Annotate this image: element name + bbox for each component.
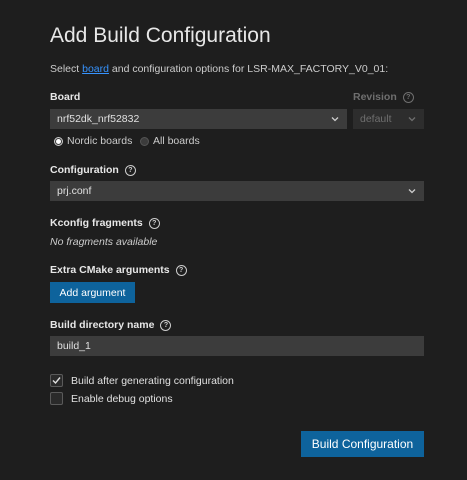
option-enable-debug[interactable]: Enable debug options bbox=[50, 392, 173, 405]
option-build-after[interactable]: Build after generating configuration bbox=[50, 374, 234, 387]
kconfig-label-text: Kconfig fragments bbox=[50, 217, 143, 229]
build-configuration-button[interactable]: Build Configuration bbox=[301, 431, 424, 457]
help-icon[interactable]: ? bbox=[402, 91, 414, 103]
radio-all-boards[interactable]: All boards bbox=[140, 135, 200, 147]
radio-label: All boards bbox=[153, 135, 200, 147]
board-link[interactable]: board bbox=[82, 63, 109, 75]
configuration-select-value: prj.conf bbox=[57, 185, 92, 197]
chevron-down-icon bbox=[331, 117, 339, 122]
page-title: Add Build Configuration bbox=[50, 24, 271, 47]
chevron-down-icon bbox=[408, 117, 416, 122]
build-dir-label: Build directory name ? bbox=[50, 319, 172, 331]
cmake-label: Extra CMake arguments ? bbox=[50, 264, 187, 276]
radio-label: Nordic boards bbox=[67, 135, 133, 147]
help-icon[interactable]: ? bbox=[175, 264, 187, 276]
subtitle-prefix: Select bbox=[50, 63, 83, 75]
revision-label: Revision ? bbox=[353, 91, 414, 103]
configuration-select[interactable]: prj.conf bbox=[50, 181, 424, 201]
checkbox-checked[interactable] bbox=[50, 374, 63, 387]
checkbox[interactable] bbox=[50, 392, 63, 405]
revision-label-text: Revision bbox=[353, 91, 397, 103]
checkmark-icon bbox=[52, 377, 61, 385]
build-dir-label-text: Build directory name bbox=[50, 319, 155, 331]
board-select-value: nrf52dk_nrf52832 bbox=[57, 113, 140, 125]
help-icon[interactable]: ? bbox=[124, 164, 136, 176]
kconfig-label: Kconfig fragments ? bbox=[50, 217, 160, 229]
revision-select-value: default bbox=[360, 113, 392, 125]
checkbox-label: Enable debug options bbox=[71, 392, 173, 405]
radio-button[interactable] bbox=[140, 136, 149, 146]
radio-button-selected[interactable] bbox=[54, 136, 63, 146]
configuration-label-text: Configuration bbox=[50, 164, 119, 176]
page-subtitle: Select board and configuration options f… bbox=[50, 63, 388, 75]
subtitle-suffix: and configuration options for LSR-MAX_FA… bbox=[108, 63, 389, 75]
cmake-label-text: Extra CMake arguments bbox=[50, 264, 170, 276]
help-icon[interactable]: ? bbox=[160, 319, 172, 331]
help-icon[interactable]: ? bbox=[148, 217, 160, 229]
kconfig-empty-text: No fragments available bbox=[50, 236, 158, 248]
chevron-down-icon bbox=[408, 189, 416, 194]
revision-select[interactable]: default bbox=[353, 109, 424, 129]
build-dir-input[interactable]: build_1 bbox=[50, 336, 424, 356]
add-argument-button[interactable]: Add argument bbox=[50, 282, 135, 303]
board-label: Board bbox=[50, 91, 80, 103]
checkbox-label: Build after generating configuration bbox=[71, 374, 234, 387]
radio-nordic-boards[interactable]: Nordic boards bbox=[54, 135, 132, 147]
build-dir-value: build_1 bbox=[57, 340, 91, 352]
configuration-label: Configuration ? bbox=[50, 164, 136, 176]
board-select[interactable]: nrf52dk_nrf52832 bbox=[50, 109, 347, 129]
board-label-text: Board bbox=[50, 91, 81, 103]
